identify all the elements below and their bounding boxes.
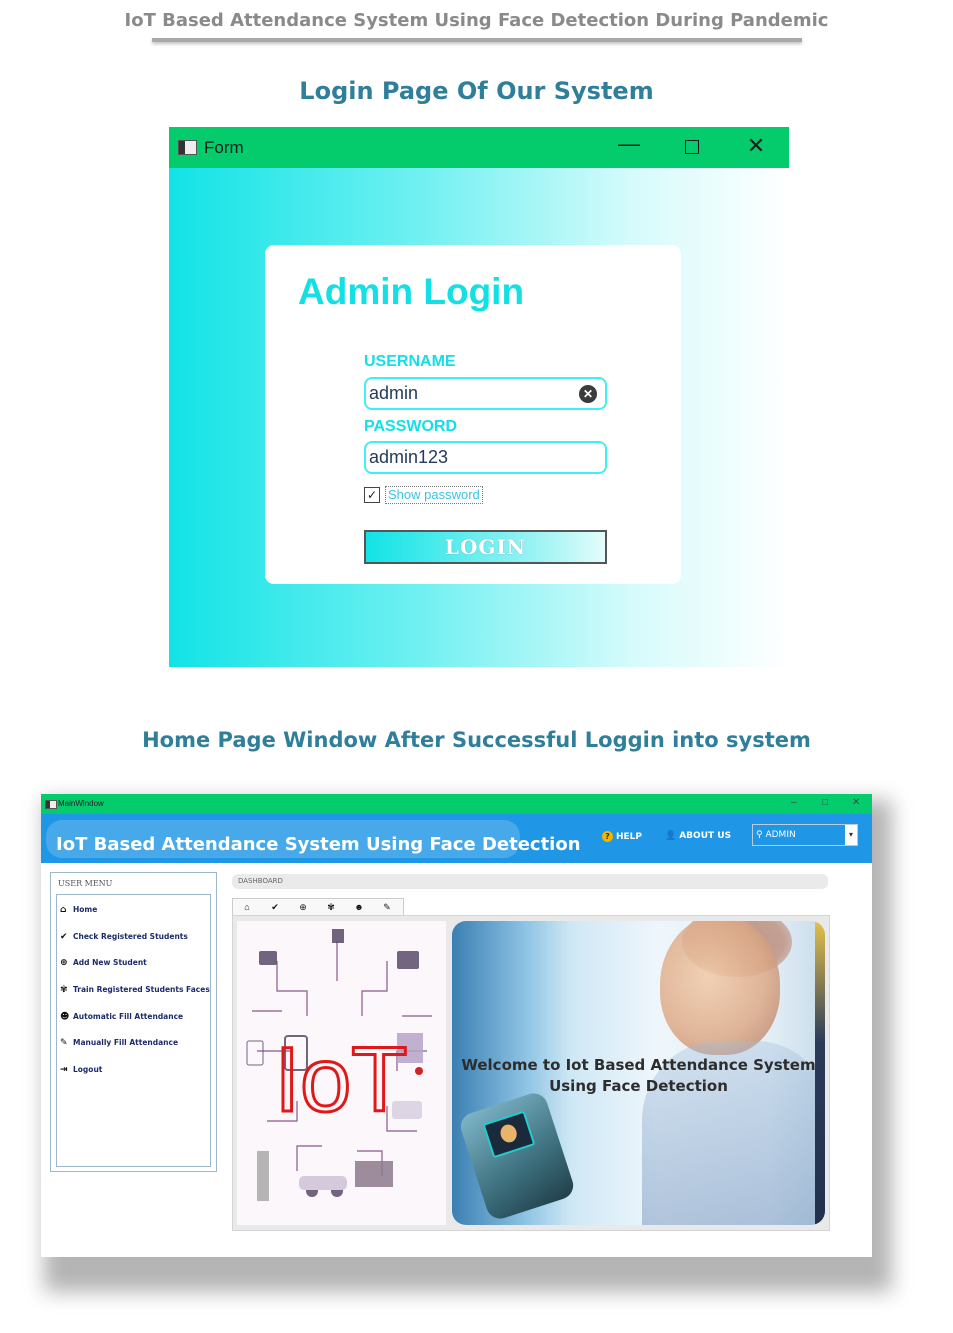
login-titlebar[interactable]: Form — ✕ bbox=[169, 127, 789, 168]
menu-item-add-new-student[interactable]: ⊕ Add New Student bbox=[60, 958, 147, 968]
tab-check-students[interactable]: ✔ bbox=[261, 899, 289, 915]
dashboard-label: DASHBOARD bbox=[238, 877, 283, 885]
help-link[interactable]: ? HELP bbox=[602, 831, 642, 842]
scanned-face-graphic bbox=[498, 1122, 520, 1145]
iot-illustration: IoT bbox=[237, 921, 446, 1225]
app-header: IoT Based Attendance System Using Face D… bbox=[41, 814, 872, 863]
header-rule bbox=[152, 38, 802, 42]
tab-home[interactable]: ⌂ bbox=[233, 899, 261, 915]
menu-item-logout[interactable]: ⇥ Logout bbox=[60, 1065, 102, 1075]
home-icon: ⌂ bbox=[244, 902, 250, 912]
maximize-icon bbox=[685, 140, 699, 154]
show-password-checkbox[interactable]: ✓ bbox=[364, 487, 380, 503]
iot-diagram-graphic: IoT bbox=[246, 929, 432, 1201]
document-header: IoT Based Attendance System Using Face D… bbox=[124, 10, 829, 31]
plus-circle-icon: ⊕ bbox=[60, 958, 68, 968]
show-password-label[interactable]: Show password bbox=[385, 486, 483, 504]
main-window-title: MainWindow bbox=[58, 799, 104, 808]
dashboard-bar: DASHBOARD bbox=[232, 874, 828, 889]
window-icon bbox=[178, 140, 197, 155]
menu-item-automatic-attendance[interactable]: ☻ Automatic Fill Attendance bbox=[60, 1012, 183, 1022]
password-value: admin123 bbox=[369, 447, 449, 467]
clear-icon[interactable]: ✕ bbox=[579, 385, 597, 403]
admin-dropdown-value: ⚲ ADMIN bbox=[756, 830, 796, 840]
face-scanner-image bbox=[457, 1089, 577, 1223]
auto-attendance-icon: ☻ bbox=[354, 902, 364, 912]
app-title: IoT Based Attendance System Using Face D… bbox=[56, 834, 581, 855]
user-menu-list: ⌂ Home ✔ Check Registered Students ⊕ Add Ne… bbox=[56, 894, 211, 1167]
admin-dropdown[interactable]: ⚲ ADMIN ▾ bbox=[752, 824, 858, 846]
menu-item-check-registered-students[interactable]: ✔ Check Registered Students bbox=[60, 932, 188, 942]
pen-icon: ✎ bbox=[383, 902, 391, 912]
login-card: Admin Login USERNAME admin ✕ PASSWORD ad… bbox=[265, 245, 681, 584]
admin-user-icon: ⚲ bbox=[756, 830, 763, 840]
help-label: HELP bbox=[616, 832, 643, 842]
username-label: USERNAME bbox=[364, 353, 456, 370]
user-icon: 👤 bbox=[665, 831, 677, 841]
window-icon bbox=[45, 800, 57, 809]
home-caption: Home Page Window After Successful Loggin… bbox=[142, 728, 811, 752]
login-window: Form — ✕ Admin Login USERNAME admin ✕ PA… bbox=[169, 127, 789, 667]
username-input[interactable]: admin ✕ bbox=[364, 377, 607, 410]
welcome-text: Welcome to Iot Based Attendance System U… bbox=[452, 1055, 825, 1097]
welcome-banner: Welcome to Iot Based Attendance System U… bbox=[452, 921, 825, 1225]
about-us-label: ABOUT US bbox=[679, 831, 732, 841]
login-caption: Login Page Of Our System bbox=[299, 77, 654, 105]
pen-icon: ✎ bbox=[60, 1038, 68, 1048]
maximize-button[interactable]: □ bbox=[822, 797, 828, 808]
scanner-screen bbox=[482, 1110, 536, 1159]
minimize-button[interactable]: — bbox=[614, 131, 644, 157]
menu-item-home[interactable]: ⌂ Home bbox=[60, 905, 97, 915]
home-icon: ⌂ bbox=[60, 905, 67, 915]
train-faces-icon: ✾ bbox=[60, 985, 68, 995]
help-icon: ? bbox=[602, 831, 613, 842]
menu-item-manual-attendance[interactable]: ✎ Manually Fill Attendance bbox=[60, 1038, 178, 1048]
person-image bbox=[660, 921, 780, 1055]
auto-attendance-icon: ☻ bbox=[60, 1012, 70, 1022]
menu-item-train-faces[interactable]: ✾ Train Registered Students Faces bbox=[60, 985, 210, 995]
about-us-link[interactable]: 👤 ABOUT US bbox=[665, 831, 731, 841]
app-title-banner: IoT Based Attendance System Using Face D… bbox=[46, 820, 581, 858]
check-circle-icon: ✔ bbox=[60, 932, 68, 942]
close-button[interactable]: ✕ bbox=[852, 797, 860, 808]
toolbar-tabs: ⌂ ✔ ⊕ ✾ ☻ ✎ bbox=[232, 898, 404, 916]
maximize-button[interactable] bbox=[677, 133, 707, 160]
welcome-line-2: Using Face Detection bbox=[549, 1077, 728, 1095]
login-heading: Admin Login bbox=[298, 271, 525, 312]
password-input[interactable]: admin123 bbox=[364, 441, 607, 474]
check-circle-icon: ✔ bbox=[271, 902, 279, 912]
user-menu-panel: USER MENU ⌂ Home ✔ Check Registered Studen… bbox=[50, 872, 217, 1172]
welcome-line-1: Welcome to Iot Based Attendance System bbox=[461, 1056, 816, 1074]
login-window-title: Form bbox=[204, 138, 244, 157]
login-button[interactable]: LOGIN bbox=[364, 530, 607, 564]
logout-icon: ⇥ bbox=[60, 1065, 68, 1075]
plus-circle-icon: ⊕ bbox=[299, 902, 307, 912]
user-menu-title: USER MENU bbox=[58, 879, 113, 888]
main-window: MainWindow – □ ✕ IoT Based Attendance Sy… bbox=[41, 794, 872, 1257]
iot-label: IoT bbox=[275, 1029, 408, 1131]
tab-train-faces[interactable]: ✾ bbox=[317, 899, 345, 915]
close-button[interactable]: ✕ bbox=[741, 133, 771, 159]
tab-manual-attendance[interactable]: ✎ bbox=[373, 899, 401, 915]
train-faces-icon: ✾ bbox=[327, 902, 335, 912]
dashboard-content: IoT Welcome to Iot Based Attendance Syst… bbox=[232, 915, 830, 1231]
main-titlebar[interactable]: MainWindow – □ ✕ bbox=[41, 794, 872, 814]
tab-add-student[interactable]: ⊕ bbox=[289, 899, 317, 915]
chevron-down-icon[interactable]: ▾ bbox=[845, 825, 857, 845]
minimize-button[interactable]: – bbox=[791, 797, 797, 808]
tab-automatic-attendance[interactable]: ☻ bbox=[345, 899, 373, 915]
password-label: PASSWORD bbox=[364, 418, 458, 435]
username-value: admin bbox=[369, 383, 419, 403]
